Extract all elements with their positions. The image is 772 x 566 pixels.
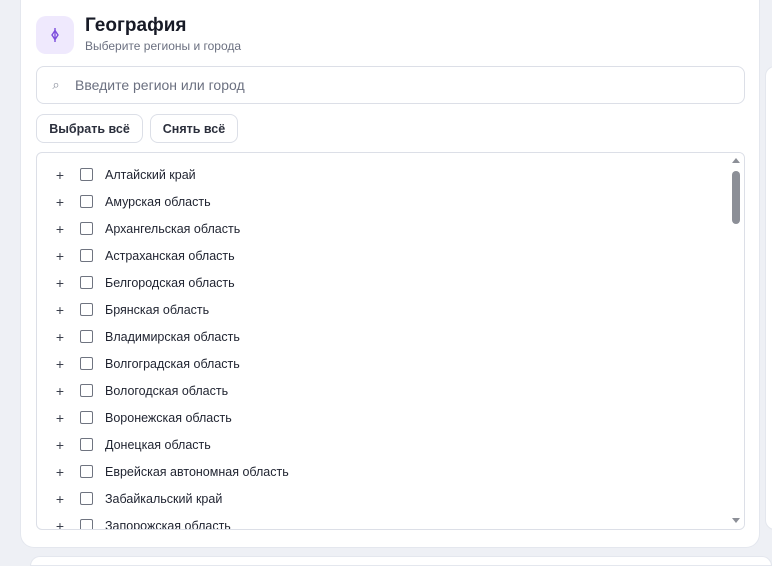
region-list[interactable]: + Алтайский край + Амурская область + Арханге… [36, 152, 745, 530]
clear-all-button[interactable]: Снять всё [150, 114, 238, 143]
region-checkbox[interactable] [80, 357, 93, 370]
list-item[interactable]: + Донецкая область [37, 431, 727, 458]
select-all-button[interactable]: Выбрать всё [36, 114, 143, 143]
region-label: Воронежская область [105, 410, 232, 425]
region-label: Астраханская область [105, 248, 235, 263]
expand-icon[interactable]: + [54, 275, 66, 291]
region-label: Волгоградская область [105, 356, 240, 371]
list-item[interactable]: + Забайкальский край [37, 485, 727, 512]
search-box[interactable]: ⌕ [36, 66, 745, 104]
scroll-up-icon[interactable] [732, 158, 740, 163]
region-label: Амурская область [105, 194, 211, 209]
region-label: Архангельская область [105, 221, 241, 236]
region-checkbox[interactable] [80, 195, 93, 208]
expand-icon[interactable]: + [54, 491, 66, 507]
expand-icon[interactable]: + [54, 194, 66, 210]
next-panel [30, 556, 772, 566]
list-item[interactable]: + Волгоградская область [37, 350, 727, 377]
region-checkbox[interactable] [80, 276, 93, 289]
region-checkbox[interactable] [80, 492, 93, 505]
region-label: Забайкальский край [105, 491, 223, 506]
expand-icon[interactable]: + [54, 518, 66, 530]
region-checkbox[interactable] [80, 330, 93, 343]
region-label: Алтайский край [105, 167, 196, 182]
list-item[interactable]: + Брянская область [37, 296, 727, 323]
expand-icon[interactable]: + [54, 167, 66, 183]
list-item[interactable]: + Запорожская область [37, 512, 727, 530]
region-checkbox[interactable] [80, 249, 93, 262]
region-checkbox[interactable] [80, 411, 93, 424]
expand-icon[interactable]: + [54, 437, 66, 453]
scroll-down-icon[interactable] [732, 518, 740, 523]
region-checkbox[interactable] [80, 465, 93, 478]
scrollbar[interactable] [729, 153, 744, 529]
region-checkbox[interactable] [80, 303, 93, 316]
list-item[interactable]: + Белгородская область [37, 269, 727, 296]
region-label: Белгородская область [105, 275, 235, 290]
region-checkbox[interactable] [80, 222, 93, 235]
page-subtitle: Выберите регионы и города [85, 39, 242, 53]
expand-icon[interactable]: + [54, 383, 66, 399]
search-input[interactable] [75, 70, 725, 100]
region-label: Еврейская автономная область [105, 464, 289, 479]
location-pin-icon [36, 16, 74, 54]
scroll-thumb[interactable] [732, 171, 740, 224]
region-checkbox[interactable] [80, 519, 93, 529]
expand-icon[interactable]: + [54, 464, 66, 480]
list-item[interactable]: + Вологодская область [37, 377, 727, 404]
list-item[interactable]: + Владимирская область [37, 323, 727, 350]
list-item[interactable]: + Алтайский край [37, 161, 727, 188]
adjacent-panel [765, 66, 772, 530]
expand-icon[interactable]: + [54, 356, 66, 372]
expand-icon[interactable]: + [54, 248, 66, 264]
list-item[interactable]: + Амурская область [37, 188, 727, 215]
list-item[interactable]: + Архангельская область [37, 215, 727, 242]
region-label: Вологодская область [105, 383, 229, 398]
search-icon: ⌕ [52, 77, 60, 92]
page-title: География [85, 15, 187, 36]
list-item[interactable]: + Еврейская автономная область [37, 458, 727, 485]
list-item[interactable]: + Воронежская область [37, 404, 727, 431]
expand-icon[interactable]: + [54, 221, 66, 237]
expand-icon[interactable]: + [54, 302, 66, 318]
expand-icon[interactable]: + [54, 410, 66, 426]
region-label: Донецкая область [105, 437, 211, 452]
region-checkbox[interactable] [80, 384, 93, 397]
region-label: Брянская область [105, 302, 210, 317]
list-item[interactable]: + Астраханская область [37, 242, 727, 269]
region-list-items: + Алтайский край + Амурская область + Арханге… [37, 161, 727, 530]
region-checkbox[interactable] [80, 438, 93, 451]
region-label: Запорожская область [105, 518, 231, 530]
region-label: Владимирская область [105, 329, 240, 344]
expand-icon[interactable]: + [54, 329, 66, 345]
region-checkbox[interactable] [80, 168, 93, 181]
